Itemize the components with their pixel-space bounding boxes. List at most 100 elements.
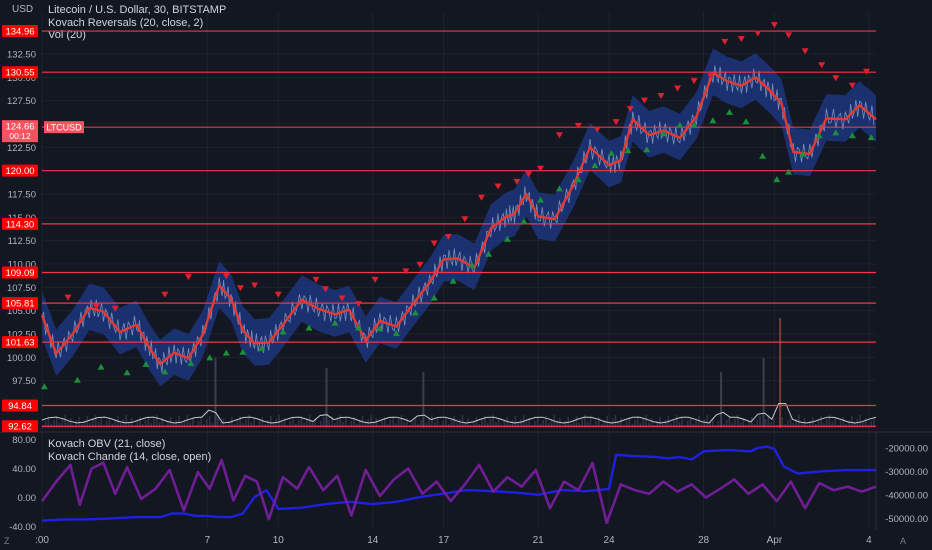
volume-bar [158, 422, 161, 428]
volume-bar [189, 422, 191, 428]
volume-spike [422, 372, 425, 428]
level-tag-label: 134.96 [5, 27, 34, 38]
volume-bar [456, 423, 458, 428]
reversal-up-marker [785, 168, 793, 175]
volume-bar [67, 422, 69, 428]
osc-left-tick: 80.00 [12, 435, 36, 446]
price-axis-tick: 127.50 [7, 96, 36, 107]
time-axis-tick: 24 [603, 535, 615, 546]
reversal-up-marker [73, 376, 81, 383]
reversal-down-marker [184, 274, 192, 281]
osc-left-tick: 0.00 [18, 493, 37, 504]
volume-bar [44, 421, 47, 428]
volume-bar [197, 421, 200, 428]
oscillator-lines [40, 445, 877, 525]
ma-line [40, 71, 877, 366]
reversal-down-marker [721, 38, 729, 45]
obv-line [41, 445, 876, 522]
reversal-down-marker [555, 132, 563, 139]
reversal-down-marker [416, 261, 424, 268]
price-axis-tick: 112.50 [8, 236, 36, 247]
price-axis-tick: 117.50 [8, 190, 36, 201]
volume-bar [281, 422, 283, 428]
reversal-down-marker [832, 75, 840, 82]
reversal-up-marker [709, 117, 717, 124]
reversal-down-marker [818, 62, 826, 69]
chart-canvas[interactable]: 97.50100.00102.50105.00107.50110.00112.5… [0, 0, 932, 550]
reversal-down-marker [737, 36, 745, 43]
chande-line [40, 458, 877, 525]
volume-bar [617, 422, 620, 428]
volume-bar [411, 421, 414, 428]
volume-bar [678, 422, 681, 428]
volume-bar [211, 423, 214, 428]
volume-bar [517, 423, 519, 428]
volume-bar [639, 423, 642, 428]
volume-bar [75, 421, 77, 428]
level-tag-label: 114.30 [6, 219, 34, 230]
volume-bar [303, 423, 305, 428]
volume-bar [150, 423, 153, 428]
volume-spike [325, 368, 328, 428]
volume-bar [564, 421, 567, 428]
level-tag-label: 92.62 [8, 422, 32, 433]
volume-bar [686, 421, 689, 428]
volume-bar [136, 421, 139, 428]
time-axis-tick: 21 [533, 535, 545, 546]
volume-bar [289, 421, 292, 428]
time-axis-tick: 14 [367, 535, 379, 546]
volume-bar [105, 421, 108, 428]
volume-bar [333, 423, 336, 428]
osc-right-tick: -30000.00 [885, 467, 928, 478]
reversal-down-marker [690, 78, 698, 85]
reversal-down-marker [236, 285, 244, 292]
osc-left-tick: -40.00 [9, 522, 36, 533]
volume-bar [320, 421, 322, 428]
time-axis-tick: :00 [35, 535, 49, 546]
level-tag-label: 94.84 [8, 401, 32, 412]
volume-bar [425, 423, 428, 428]
volume-bar [495, 422, 497, 428]
volume-bar [700, 423, 703, 428]
volume-bar [342, 422, 344, 428]
volume-bar [831, 422, 834, 428]
volume-bar [748, 421, 750, 428]
volume-bar [534, 421, 536, 428]
volume-bar [250, 422, 253, 428]
volume-bar [839, 421, 842, 428]
volume-bar [242, 423, 244, 428]
reversal-down-marker [574, 122, 582, 129]
volume-bar [717, 421, 720, 428]
volume-bar [272, 423, 275, 428]
volume-bar [311, 422, 314, 428]
reversal-up-marker [222, 349, 230, 356]
reversal-down-marker [64, 294, 72, 301]
price-countdown: 00:12 [9, 131, 31, 141]
volume-bar [219, 422, 222, 428]
volume-bar [442, 421, 444, 428]
reversal-down-marker [461, 216, 469, 223]
reversal-up-marker [742, 118, 750, 125]
time-axis-tick: 17 [438, 535, 450, 546]
volume-bar [578, 423, 581, 428]
volume-bar [823, 423, 825, 428]
volume-bar [870, 421, 873, 428]
reversal-up-marker [726, 108, 734, 115]
reversal-down-marker [801, 48, 809, 55]
moving-average [40, 71, 877, 366]
volume-spike [779, 318, 782, 428]
osc-right-tick: -20000.00 [885, 443, 928, 454]
level-tag-label: 109.09 [5, 268, 34, 279]
reversal-down-marker [161, 291, 169, 298]
volume-bar [58, 423, 61, 428]
volume-bar [258, 421, 261, 428]
reversal-up-marker [97, 363, 105, 370]
volume-bar [609, 423, 611, 428]
price-axis-tick: 132.50 [7, 50, 36, 61]
time-axis-tick: 7 [205, 535, 211, 546]
price-axis-tick: 107.50 [7, 283, 36, 294]
symbol-flag-label: LTCUSD [46, 123, 82, 133]
volume-bar [556, 422, 558, 428]
volume-bar [770, 422, 772, 428]
time-axis-tick: 10 [273, 535, 285, 546]
